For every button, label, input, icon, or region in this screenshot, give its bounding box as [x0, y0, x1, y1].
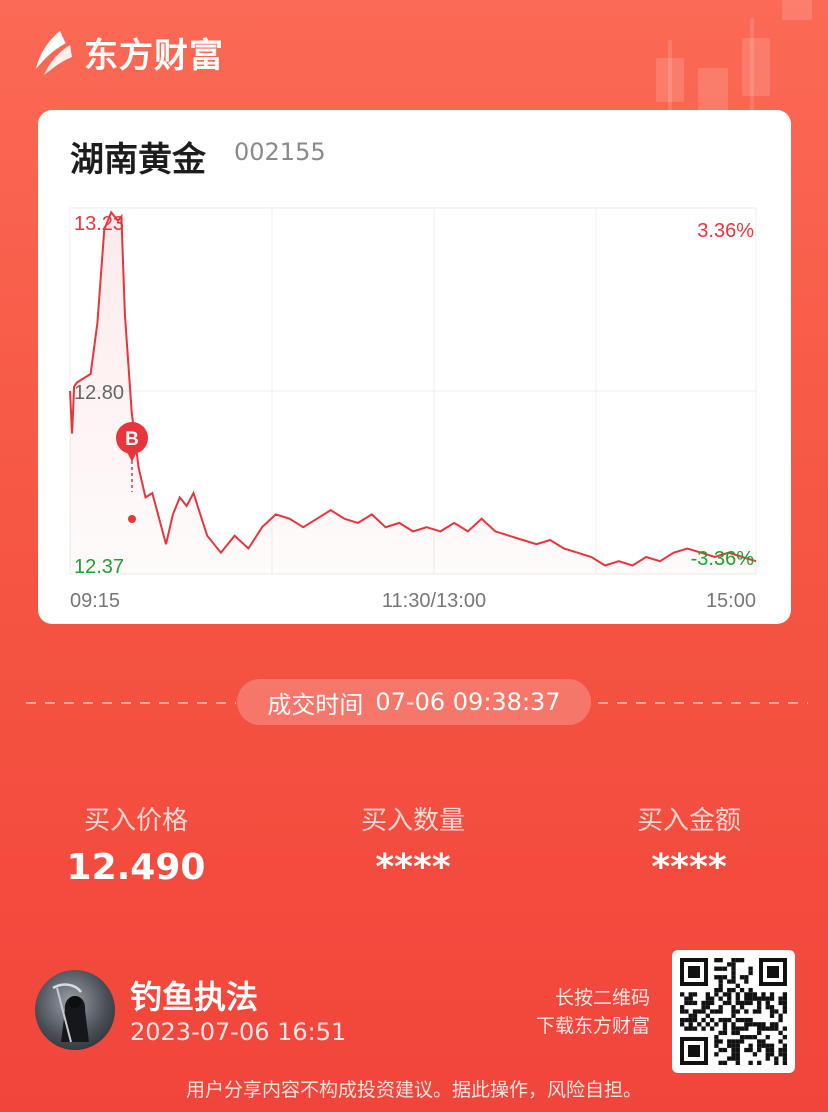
avatar[interactable] — [35, 970, 115, 1050]
stat-buy-price: 买入价格 12.490 — [6, 800, 266, 888]
buy-marker-label: B — [125, 429, 139, 450]
x-axis-end-label: 15:00 — [706, 590, 756, 612]
disclaimer: 用户分享内容不构成投资建议。据此操作，风险自担。 — [185, 1079, 642, 1101]
stat-buy-amount: 买入金额 **** — [559, 800, 819, 888]
qr-hint: 长按二维码 下载东方财富 — [520, 984, 650, 1040]
stat-buy-quantity: 买入数量 **** — [283, 800, 543, 888]
price-area — [70, 212, 756, 575]
brand-logo-icon — [36, 30, 72, 75]
decor-candle — [782, 0, 812, 20]
qr-code-image — [680, 958, 788, 1066]
decor-candle — [742, 38, 770, 96]
username: 钓鱼执法 — [130, 978, 259, 1016]
stat-value: **** — [375, 847, 451, 888]
pct-max-label: 3.36% — [697, 220, 754, 242]
share-datetime: 2023-07-06 16:51 — [130, 1018, 347, 1046]
y-axis-max-label: 13.23 — [74, 213, 124, 235]
x-axis-mid-label: 11:30/13:00 — [382, 590, 486, 612]
divider-right — [598, 702, 808, 704]
stock-chart-card[interactable]: 湖南黄金 002155 13.23 12.80 12.37 3.36% -3.3… — [38, 110, 791, 624]
avatar-image — [52, 983, 89, 1043]
qr-code[interactable] — [672, 950, 795, 1073]
decor-wick — [750, 18, 754, 110]
x-axis-start-label: 09:15 — [70, 590, 120, 612]
brand-name: 东方财富 — [84, 36, 224, 76]
pct-min-label: -3.36% — [691, 548, 755, 570]
stat-label: 买入数量 — [360, 806, 465, 836]
stat-label: 买入金额 — [636, 806, 741, 836]
price-line — [69, 210, 757, 567]
qr-hint-line1: 长按二维码 — [554, 987, 650, 1009]
qr-hint-line2: 下载东方财富 — [535, 1015, 650, 1037]
y-axis-min-label: 12.37 — [74, 556, 124, 578]
stat-value: 12.490 — [66, 847, 206, 888]
brand-logo: 东方财富 — [30, 28, 224, 77]
intraday-chart: 13.23 12.80 12.37 3.36% -3.36% 09:15 11:… — [69, 207, 757, 612]
trade-time-badge: 成交时间 07-06 09:38:37 — [237, 679, 591, 725]
stat-label: 买入价格 — [83, 806, 188, 836]
y-axis-mid-label: 12.80 — [74, 382, 124, 404]
stat-value: **** — [651, 847, 727, 888]
trade-time-value: 07-06 09:38:37 — [375, 688, 561, 716]
decor-wick — [668, 40, 672, 116]
trade-time-label: 成交时间 — [267, 690, 364, 719]
divider-left — [26, 702, 236, 704]
